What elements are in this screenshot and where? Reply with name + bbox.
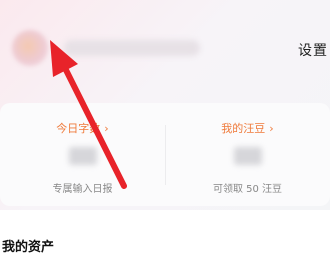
today-word-count-label: 今日字数 (56, 122, 101, 135)
wangdou-panel[interactable]: 我的汪豆 › 可领取 50 汪豆 (165, 103, 330, 206)
profile-area[interactable] (12, 30, 202, 66)
today-word-count-panel[interactable]: 今日字数 › 专属输入日报 (0, 103, 165, 206)
my-wangdou-link[interactable]: 我的汪豆 › (165, 120, 330, 136)
nickname-blurred[interactable] (64, 40, 200, 56)
today-word-count-link[interactable]: 今日字数 › (0, 120, 165, 136)
daily-report-caption: 专属输入日报 (52, 184, 113, 195)
settings-button[interactable]: 设置 (298, 40, 328, 60)
avatar[interactable] (12, 30, 48, 66)
word-count-value-blurred (68, 147, 97, 165)
my-wangdou-label: 我的汪豆 (221, 122, 266, 135)
chevron-right-icon: › (104, 122, 109, 135)
claimable-wangdou-caption: 可领取 50 汪豆 (212, 184, 283, 195)
chevron-right-icon: › (269, 122, 274, 135)
card-divider (165, 125, 166, 185)
wangdou-value-blurred (233, 147, 262, 165)
my-assets-heading: 我的资产 (2, 240, 55, 255)
